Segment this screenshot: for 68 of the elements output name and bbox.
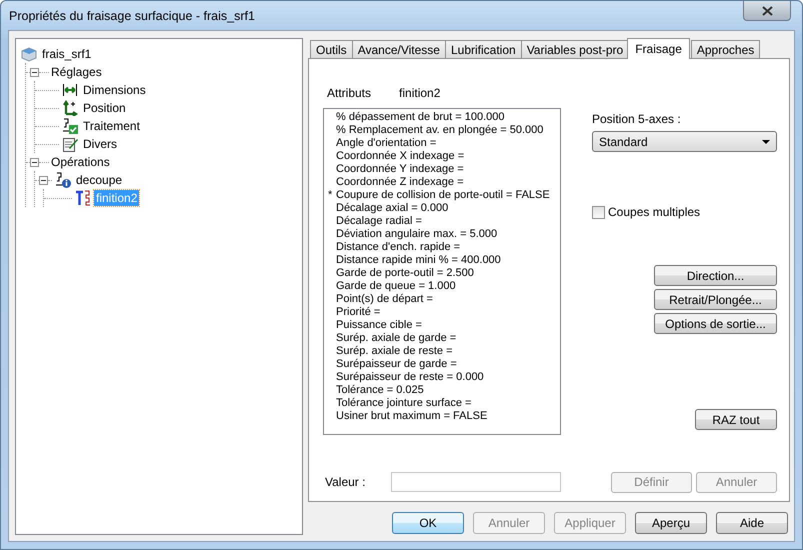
attribute-item[interactable]: Décalage axial = 0.000 xyxy=(336,202,448,215)
attribute-item[interactable]: Surépaisseur de reste = 0.000 xyxy=(336,371,484,384)
attribute-item[interactable]: % dépassement de brut = 100.000 xyxy=(336,111,504,124)
tree-item[interactable]: Opérations xyxy=(49,154,112,170)
attribute-item[interactable]: Distance d'ench. rapide = xyxy=(336,241,460,254)
button[interactable]: Options de sortie... xyxy=(654,313,777,334)
position-label: Position 5-axes : xyxy=(592,112,682,126)
attribute-item[interactable]: Garde de porte-outil = 2.500 xyxy=(336,267,474,280)
attribute-item[interactable]: Surépaisseur de garde = xyxy=(336,358,457,371)
tree-item[interactable]: Réglages xyxy=(49,64,104,80)
tab[interactable]: Outils xyxy=(310,40,353,58)
close-button[interactable] xyxy=(743,1,791,21)
checkbox-label[interactable]: Coupes multiples xyxy=(608,205,700,219)
dimension-icon xyxy=(62,82,78,98)
attribute-item[interactable]: Déviation angulaire max. = 5.000 xyxy=(336,228,498,241)
attribute-item[interactable]: Tolérance = 0.025 xyxy=(336,384,424,397)
position-dropdown[interactable]: Standard xyxy=(592,131,777,152)
button[interactable]: Aide xyxy=(716,512,788,534)
axes-icon xyxy=(62,100,78,116)
tab[interactable]: Approches xyxy=(690,40,760,58)
collapse-icon[interactable] xyxy=(30,158,39,166)
tree-item[interactable]: Divers xyxy=(81,136,120,152)
attribute-item[interactable]: Garde de queue = 1.000 xyxy=(336,280,456,293)
dropdown-arrow-icon xyxy=(762,140,770,144)
button[interactable]: OK xyxy=(392,512,464,534)
tab[interactable]: Lubrification xyxy=(444,40,522,58)
attribute-item[interactable]: Surép. axiale de garde = xyxy=(336,332,456,345)
checkbox[interactable] xyxy=(592,206,605,218)
notepad-icon xyxy=(62,136,78,152)
tree-item[interactable]: frais_srf1 xyxy=(40,46,94,62)
tab[interactable]: Avance/Vitesse xyxy=(352,40,446,58)
attribute-item[interactable]: Priorité = xyxy=(336,306,380,319)
value-field[interactable] xyxy=(391,472,561,492)
attribute-item[interactable]: Puissance cible = xyxy=(336,319,422,332)
attributes-target: finition2 xyxy=(399,86,440,102)
button[interactable]: Aperçu xyxy=(635,512,707,534)
attributes-label: Attributs xyxy=(327,86,372,102)
attribute-item[interactable]: Coordonnée X indexage = xyxy=(336,150,464,163)
tree-item[interactable]: Traitement xyxy=(81,118,142,134)
attribute-item[interactable]: Angle d'orientation = xyxy=(336,137,436,150)
collapse-icon[interactable] xyxy=(30,68,39,76)
window-title: Propriétés du fraisage surfacique - frais_srf1 xyxy=(9,8,255,22)
attribute-item[interactable]: Décalage radial = xyxy=(336,215,422,228)
modified-marker: * xyxy=(328,189,334,202)
toolpath-icon xyxy=(75,190,91,206)
attribute-item[interactable]: Coordonnée Z indexage = xyxy=(336,176,464,189)
tree-item[interactable]: decoupe xyxy=(74,172,124,188)
button[interactable]: Retrait/Plongée... xyxy=(654,289,777,310)
tree-item[interactable]: Position xyxy=(81,100,128,116)
attribute-item[interactable]: Distance rapide mini % = 400.000 xyxy=(336,254,501,267)
attribute-item[interactable]: Usiner brut maximum = FALSE xyxy=(336,410,488,423)
attribute-item[interactable]: Coupure de collision de porte-outil = FALSE xyxy=(336,189,550,202)
attribute-item[interactable]: % Remplacement av. en plongée = 50.000 xyxy=(336,124,544,137)
attribute-item[interactable]: Coordonnée Y indexage = xyxy=(336,163,464,176)
collapse-icon[interactable] xyxy=(39,176,48,184)
attribute-item[interactable]: Surép. axiale de reste = xyxy=(336,345,452,358)
attribute-item[interactable]: Tolérance jointure surface = xyxy=(336,397,472,410)
button[interactable]: Direction... xyxy=(654,265,777,286)
operation-icon xyxy=(55,172,71,188)
tree-item[interactable]: Dimensions xyxy=(81,82,148,98)
tab[interactable]: Variables post-pro xyxy=(520,40,630,58)
value-label: Valeur : xyxy=(324,475,366,489)
block-icon xyxy=(21,46,37,62)
tab[interactable]: Fraisage xyxy=(627,38,690,59)
checklist-icon xyxy=(62,118,78,134)
close-icon xyxy=(762,6,772,16)
button[interactable]: RAZ tout xyxy=(695,409,777,430)
attribute-item[interactable]: Point(s) de départ = xyxy=(336,293,433,306)
